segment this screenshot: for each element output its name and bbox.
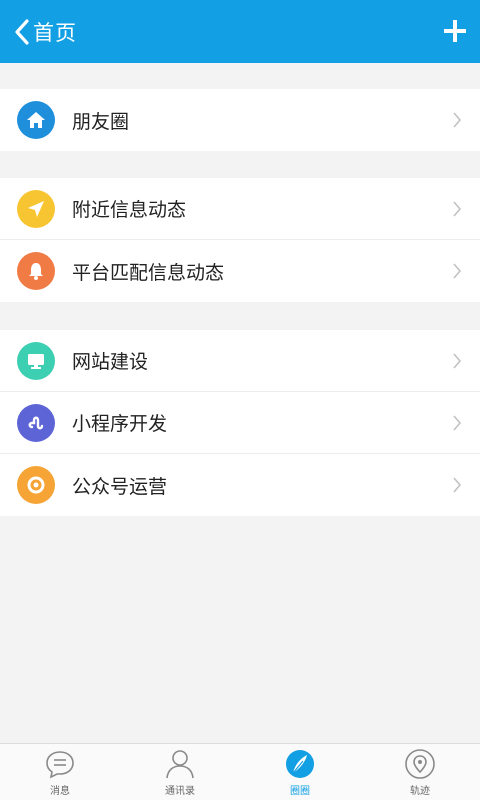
chat-icon — [46, 751, 74, 779]
chevron-right-icon — [453, 353, 462, 369]
add-button[interactable] — [442, 16, 468, 46]
menu-item-label: 附近信息动态 — [72, 199, 187, 221]
tab-contacts[interactable]: 通讯录 — [120, 744, 240, 800]
chevron-right-icon — [453, 477, 462, 493]
menu-item-platform-match[interactable]: 平台匹配信息动态 — [0, 240, 480, 302]
mini-program-icon — [17, 403, 55, 442]
chevron-right-icon — [453, 415, 462, 431]
map-pin-icon — [405, 749, 435, 779]
chevron-right-icon — [453, 263, 462, 279]
tab-label: 圈圈 — [290, 786, 310, 797]
tab-label: 通讯录 — [165, 786, 195, 797]
bottom-tab-bar: 消息 通讯录 圈圈 轨迹 — [0, 743, 480, 800]
location-arrow-icon — [17, 189, 55, 228]
plus-icon — [444, 20, 466, 42]
lifebuoy-icon — [17, 466, 55, 504]
monitor-icon — [17, 341, 55, 380]
chevron-right-icon — [453, 201, 462, 217]
back-label: 首页 — [33, 20, 77, 45]
top-bar: 首页 — [0, 0, 480, 63]
menu-item-official-account[interactable]: 公众号运营 — [0, 454, 480, 516]
menu-item-label: 小程序开发 — [72, 413, 168, 435]
menu-item-label: 公众号运营 — [72, 475, 168, 498]
tab-label: 消息 — [50, 786, 70, 797]
tab-label: 轨迹 — [410, 786, 430, 797]
bell-icon — [17, 252, 55, 290]
menu-group-info: 附近信息动态 平台匹配信息动态 — [0, 178, 480, 302]
menu-item-label: 朋友圈 — [72, 110, 130, 133]
tab-messages[interactable]: 消息 — [0, 744, 120, 800]
menu-item-website[interactable]: 网站建设 — [0, 330, 480, 392]
menu-group-moments: 朋友圈 — [0, 89, 480, 151]
chevron-left-icon — [15, 18, 29, 45]
back-button[interactable]: 首页 — [0, 0, 77, 63]
menu-item-nearby-info[interactable]: 附近信息动态 — [0, 178, 480, 240]
menu-item-label: 网站建设 — [72, 351, 149, 373]
home-icon — [17, 101, 55, 139]
menu-item-mini-program[interactable]: 小程序开发 — [0, 392, 480, 454]
discover-icon — [286, 750, 314, 778]
contacts-icon — [166, 750, 194, 779]
chevron-right-icon — [453, 112, 462, 128]
menu-item-label: 平台匹配信息动态 — [72, 261, 225, 284]
menu-item-moments[interactable]: 朋友圈 — [0, 89, 480, 151]
tab-circles[interactable]: 圈圈 — [240, 744, 360, 800]
menu-group-services: 网站建设 小程序开发 公众号运营 — [0, 330, 480, 516]
tab-track[interactable]: 轨迹 — [360, 744, 480, 800]
